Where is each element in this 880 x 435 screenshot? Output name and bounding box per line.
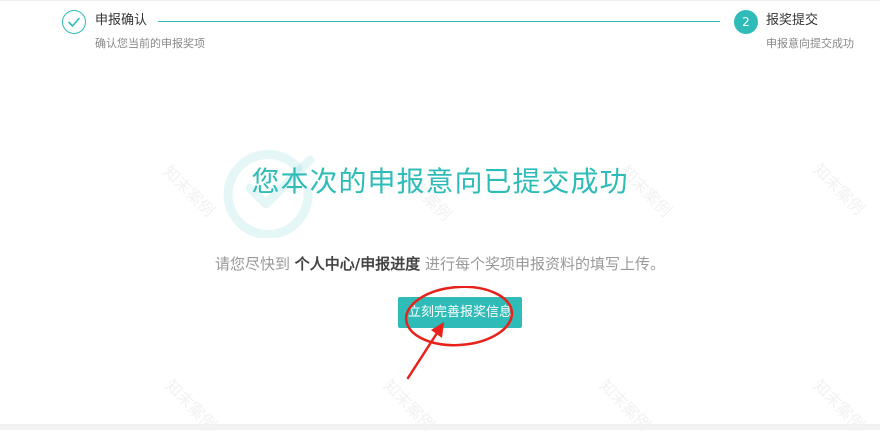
step-2-description: 申报意向提交成功 xyxy=(766,37,854,50)
instruction-text: 请您尽快到 个人中心/申报进度 进行每个奖项申报资料的填写上传。 xyxy=(0,254,880,274)
progress-link-text: 个人中心/申报进度 xyxy=(294,255,421,273)
complete-award-info-button[interactable]: 立刻完善报奖信息 xyxy=(398,297,522,328)
instruction-prefix: 请您尽快到 xyxy=(214,255,295,273)
step-1-title: 申报确认 xyxy=(95,13,148,28)
step-2-number: 2 xyxy=(734,10,758,34)
top-divider xyxy=(0,0,880,1)
step-2-title: 报奖提交 xyxy=(766,13,819,28)
success-title: 您本次的申报意向已提交成功 xyxy=(251,165,629,198)
bottom-divider xyxy=(0,424,880,430)
check-icon xyxy=(68,17,80,27)
step-connector-line xyxy=(158,21,720,22)
instruction-suffix: 进行每个奖项申报资料的填写上传。 xyxy=(420,255,666,273)
step-1-description: 确认您当前的申报奖项 xyxy=(95,37,205,50)
step-1-check-circle xyxy=(62,10,86,34)
